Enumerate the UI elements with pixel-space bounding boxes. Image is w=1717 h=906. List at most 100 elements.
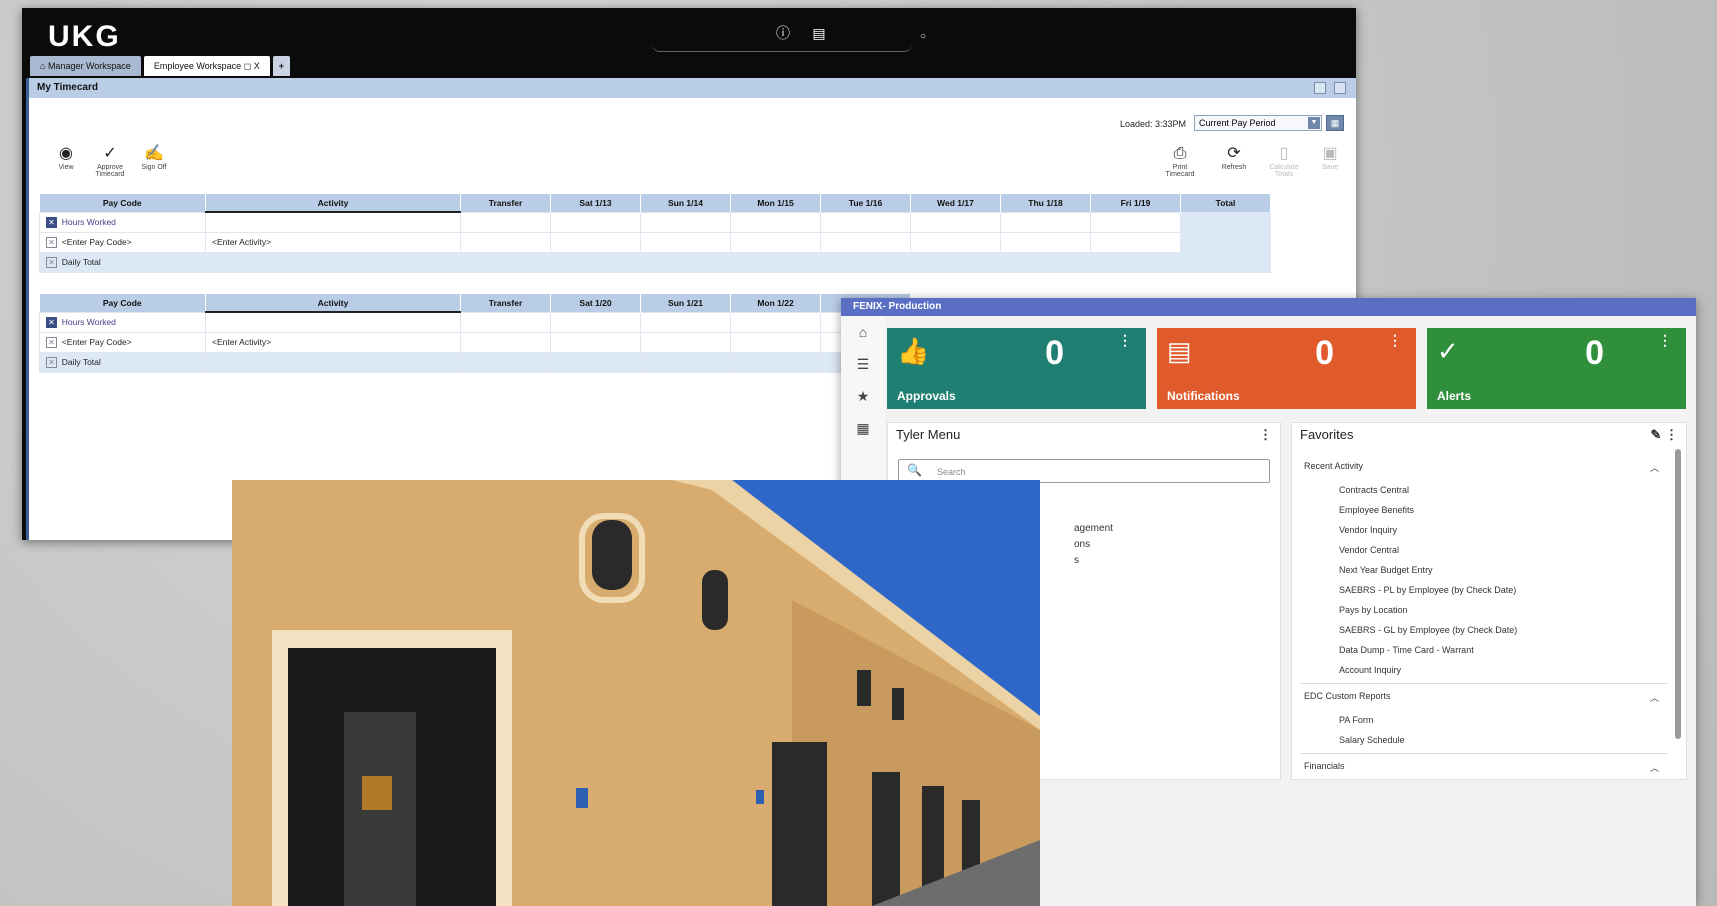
- pay-code-cell[interactable]: <Enter Pay Code>: [62, 337, 132, 347]
- col-day[interactable]: Sun 1/21: [640, 294, 731, 312]
- calculate-totals-button[interactable]: ▯ Calculate Totals: [1259, 144, 1309, 178]
- chat-icon: ▤: [1167, 336, 1192, 366]
- col-activity[interactable]: Activity: [205, 294, 461, 313]
- period-select[interactable]: Current Pay Period ▼: [1194, 115, 1322, 131]
- col-day[interactable]: Sun 1/14: [640, 194, 731, 212]
- home-icon[interactable]: ⌂: [841, 316, 885, 348]
- search-icon: 🔍: [907, 463, 922, 477]
- favorite-item[interactable]: Salary Schedule: [1339, 735, 1405, 745]
- delete-row-icon[interactable]: ✕: [46, 216, 57, 228]
- favorite-item[interactable]: Account Inquiry: [1339, 665, 1401, 675]
- pay-code-cell[interactable]: <Enter Pay Code>: [62, 237, 132, 247]
- delete-row-icon[interactable]: ✕: [46, 316, 57, 328]
- calendar-button[interactable]: ▦: [1326, 115, 1344, 131]
- delete-row-icon: ✕: [46, 256, 57, 268]
- table-row: ✕ Hours Worked: [39, 211, 1271, 233]
- col-day[interactable]: Fri 1/19: [1090, 194, 1181, 212]
- save-button[interactable]: ▣ Save: [1305, 144, 1355, 171]
- daily-total-row: ✕ Daily Total: [39, 251, 1271, 273]
- favorite-item[interactable]: Employee Benefits: [1339, 505, 1414, 515]
- notifications-label: Notifications: [1167, 389, 1240, 403]
- delete-row-icon[interactable]: ✕: [46, 336, 57, 348]
- pay-code-cell[interactable]: Hours Worked: [62, 317, 116, 327]
- approve-timecard-button[interactable]: ✓ Approve Timecard: [85, 144, 135, 178]
- favorite-item[interactable]: SAEBRS - GL by Employee (by Check Date): [1339, 625, 1517, 635]
- building-photo: [232, 480, 1040, 906]
- favorite-item[interactable]: Pays by Location: [1339, 605, 1408, 615]
- col-day[interactable]: Mon 1/22: [730, 294, 821, 312]
- section-edc-custom-reports[interactable]: EDC Custom Reports ︿: [1304, 691, 1659, 703]
- edit-and-more-icons[interactable]: ✎ ⋮: [1650, 427, 1678, 443]
- col-pay-code[interactable]: Pay Code: [39, 294, 206, 312]
- col-day[interactable]: Wed 1/17: [910, 194, 1001, 212]
- close-tab-button[interactable]: X: [254, 61, 260, 71]
- chevron-up-icon[interactable]: ︿: [1650, 761, 1659, 774]
- col-transfer[interactable]: Transfer: [460, 194, 551, 212]
- col-day[interactable]: Sat 1/13: [550, 194, 641, 212]
- tab-manager-workspace[interactable]: ⌂ Manager Workspace: [30, 56, 141, 76]
- menu-list-icon[interactable]: ☰: [841, 348, 885, 380]
- col-activity[interactable]: Activity: [205, 194, 461, 213]
- menu-item[interactable]: agement: [1074, 523, 1113, 534]
- col-transfer[interactable]: Transfer: [460, 294, 551, 312]
- more-vert-icon[interactable]: ⋮: [1388, 332, 1402, 349]
- notifications-card[interactable]: ▤ 0 ⋮ Notifications: [1157, 328, 1416, 409]
- favorite-item[interactable]: Contracts Central: [1339, 485, 1409, 495]
- favorites-title: Favorites: [1300, 427, 1354, 442]
- col-pay-code[interactable]: Pay Code: [39, 194, 206, 212]
- more-vert-icon[interactable]: ⋮: [1259, 427, 1272, 443]
- favorite-item[interactable]: Data Dump - Time Card - Warrant: [1339, 645, 1474, 655]
- maximize-icon[interactable]: [1314, 82, 1326, 94]
- print-timecard-button[interactable]: ⎙ Print Timecard: [1155, 144, 1205, 178]
- alerts-card[interactable]: ✓ 0 ⋮ Alerts: [1427, 328, 1686, 409]
- more-vert-icon[interactable]: ⋮: [1658, 332, 1672, 349]
- daily-total-label: Daily Total: [61, 356, 101, 367]
- news-icon[interactable]: ▤: [810, 24, 828, 42]
- activity-cell[interactable]: <Enter Activity>: [205, 231, 461, 253]
- more-vert-icon[interactable]: ⋮: [1118, 332, 1132, 349]
- delete-row-icon[interactable]: ✕: [46, 236, 57, 248]
- favorite-item[interactable]: Next Year Budget Entry: [1339, 565, 1433, 575]
- popout-icon[interactable]: ◻: [244, 61, 251, 71]
- view-button[interactable]: ◉ View: [41, 144, 91, 171]
- sign-off-button[interactable]: ✍ Sign Off: [129, 144, 179, 171]
- menu-item[interactable]: ons: [1074, 539, 1090, 550]
- eye-icon: ◉: [59, 145, 73, 162]
- col-day[interactable]: Sat 1/20: [550, 294, 641, 312]
- panel-title: My Timecard: [37, 82, 98, 93]
- chevron-up-icon[interactable]: ︿: [1650, 691, 1659, 704]
- chevron-up-icon[interactable]: ︿: [1650, 461, 1659, 474]
- daily-total-row: ✕ Daily Total: [39, 351, 911, 373]
- favorites-scrollbar[interactable]: [1675, 449, 1681, 739]
- section-financials[interactable]: Financials ︿: [1304, 761, 1659, 773]
- approvals-card[interactable]: 👍 0 ⋮ Approvals: [887, 328, 1146, 409]
- workspace-tabs: ⌂ Manager Workspace Employee Workspace ◻…: [30, 56, 290, 76]
- pay-code-cell[interactable]: Hours Worked: [62, 217, 116, 227]
- activity-cell[interactable]: [205, 211, 461, 233]
- section-recent-activity[interactable]: Recent Activity ︿: [1304, 461, 1659, 473]
- favorite-item[interactable]: SAEBRS - PL by Employee (by Check Date): [1339, 585, 1516, 595]
- dashboard-icon[interactable]: ▦: [841, 412, 885, 444]
- col-day[interactable]: Thu 1/18: [1000, 194, 1091, 212]
- home-icon: ⌂: [40, 61, 48, 71]
- activity-cell[interactable]: <Enter Activity>: [205, 331, 461, 353]
- favorite-item[interactable]: Vendor Central: [1339, 545, 1399, 555]
- activity-cell[interactable]: [205, 311, 461, 333]
- add-tab-button[interactable]: +: [272, 56, 290, 76]
- refresh-button[interactable]: ⟳ Refresh: [1209, 144, 1259, 171]
- table-row: ✕ <Enter Pay Code> <Enter Activity>: [39, 231, 1271, 253]
- check-icon: ✓: [1437, 336, 1459, 366]
- col-day[interactable]: Mon 1/15: [730, 194, 821, 212]
- daily-total-label: Daily Total: [61, 256, 101, 267]
- ukg-logo: UKG: [48, 20, 121, 53]
- menu-item[interactable]: s: [1074, 555, 1079, 566]
- gear-icon[interactable]: [1334, 82, 1346, 94]
- col-day[interactable]: Tue 1/16: [820, 194, 911, 212]
- building-illustration: [232, 480, 1040, 906]
- favorite-item[interactable]: Vendor Inquiry: [1339, 525, 1397, 535]
- star-icon[interactable]: ★: [841, 380, 885, 412]
- tab-employee-workspace[interactable]: Employee Workspace ◻ X: [143, 56, 270, 76]
- favorite-item[interactable]: PA Form: [1339, 715, 1373, 725]
- search-icon[interactable]: ○: [914, 28, 932, 46]
- info-icon[interactable]: ⓘ: [774, 24, 792, 42]
